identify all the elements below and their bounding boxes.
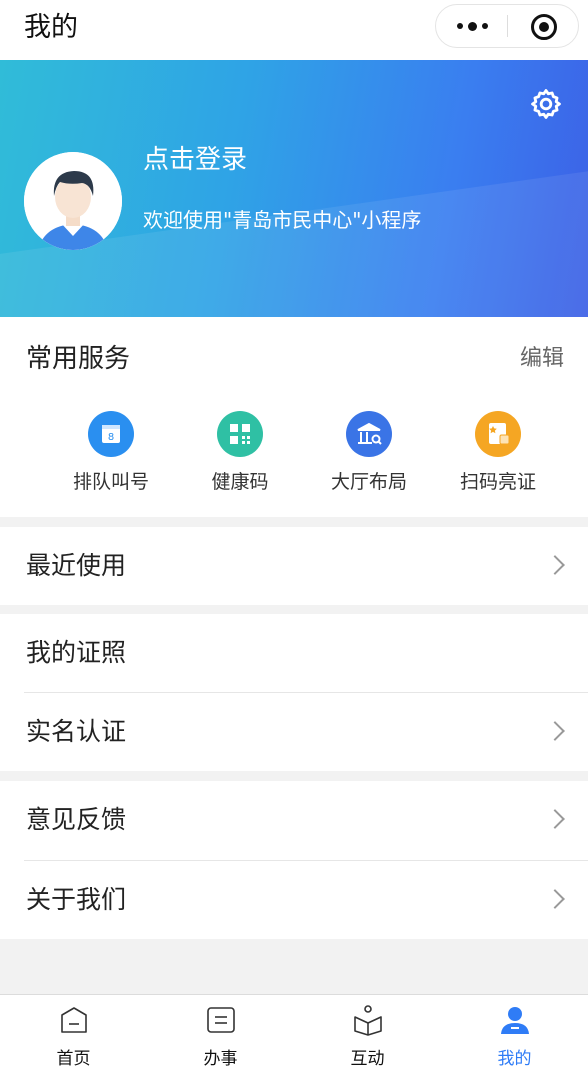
miniprogram-capsule [435, 4, 579, 48]
chevron-right-icon [545, 809, 565, 829]
user-icon [500, 1007, 529, 1034]
scan-license-icon [475, 411, 521, 457]
realname-auth-row[interactable]: 实名认证 [0, 693, 588, 771]
service-label: 大厅布局 [330, 471, 407, 493]
row-label: 实名认证 [26, 717, 127, 746]
home-icon [60, 1007, 87, 1033]
support-section: 意见反馈 关于我们 [0, 781, 588, 939]
tab-label: 互动 [350, 1049, 385, 1069]
edit-button[interactable]: 编辑 [520, 343, 564, 375]
tab-label: 首页 [56, 1049, 91, 1069]
qr-health-code-icon [217, 411, 263, 457]
service-label: 扫码亮证 [459, 471, 536, 493]
service-label: 健康码 [211, 471, 269, 493]
my-certificates-row[interactable]: 我的证照 [0, 614, 588, 692]
row-label: 最近使用 [26, 551, 127, 580]
queue-number-icon: 8 [88, 411, 134, 457]
profile-banner: 点击登录 欢迎使用"青岛市民中心"小程序 [0, 60, 588, 317]
tab-label: 我的 [497, 1049, 532, 1069]
tab-home[interactable]: 首页 [0, 1003, 147, 1071]
row-label: 我的证照 [26, 638, 127, 667]
close-miniprogram-button[interactable] [531, 14, 557, 40]
recent-use-row[interactable]: 最近使用 [0, 527, 588, 605]
page-title: 我的 [24, 12, 78, 43]
identity-section: 我的证照 实名认证 [0, 614, 588, 771]
tab-interact[interactable]: 互动 [294, 1003, 441, 1071]
row-label: 意见反馈 [26, 805, 127, 834]
tab-mine[interactable]: 我的 [441, 1003, 588, 1071]
service-scan-license[interactable]: 扫码亮证 [438, 411, 558, 495]
row-label: 关于我们 [26, 885, 127, 914]
more-dot-icon [467, 21, 477, 31]
chevron-right-icon [545, 721, 565, 741]
interact-icon [353, 1005, 382, 1036]
recent-section: 最近使用 [0, 527, 588, 605]
chevron-right-icon [545, 555, 565, 575]
welcome-text: 欢迎使用"青岛市民中心"小程序 [143, 208, 422, 232]
top-nav-bar: 我的 [0, 0, 588, 60]
svg-text:8: 8 [108, 432, 114, 443]
tab-affairs[interactable]: 办事 [147, 1003, 294, 1071]
login-link[interactable]: 点击登录 [143, 142, 247, 178]
service-label: 排队叫号 [72, 471, 149, 493]
service-hall-layout[interactable]: 大厅布局 [309, 411, 429, 495]
more-menu-button[interactable] [436, 5, 508, 47]
default-avatar-icon [24, 152, 122, 250]
service-health-code[interactable]: 健康码 [180, 411, 300, 495]
common-services-section: 常用服务 编辑 8 排队叫号 健康码 大厅布局 扫码亮证 [0, 317, 588, 517]
chevron-right-icon [545, 889, 565, 909]
affairs-icon [206, 1007, 235, 1033]
settings-gear-icon[interactable] [529, 87, 563, 121]
about-us-row[interactable]: 关于我们 [0, 861, 588, 939]
tab-label: 办事 [203, 1049, 238, 1069]
service-queue-number[interactable]: 8 排队叫号 [51, 411, 171, 495]
more-dot-icon [481, 23, 488, 29]
feedback-row[interactable]: 意见反馈 [0, 781, 588, 859]
section-title: 常用服务 [26, 344, 131, 374]
hall-layout-icon [346, 411, 392, 457]
bottom-tab-bar: 首页 办事 互动 我的 [0, 994, 588, 1080]
capsule-divider [507, 15, 508, 37]
more-dot-icon [456, 23, 463, 29]
avatar[interactable] [24, 152, 122, 250]
